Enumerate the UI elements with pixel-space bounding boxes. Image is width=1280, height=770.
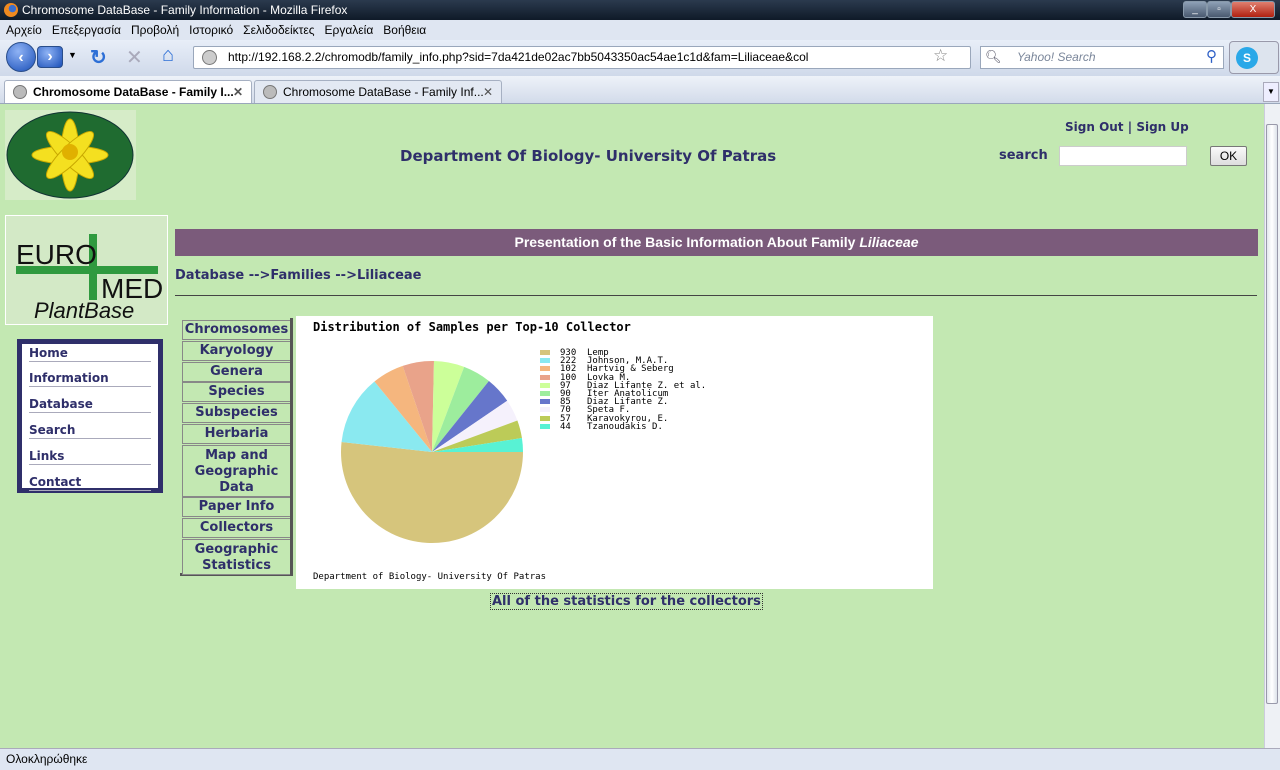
subnav-karyology[interactable]: Karyology — [182, 341, 290, 361]
site-identity-icon[interactable] — [202, 50, 217, 65]
legend-swatch — [540, 382, 550, 388]
menu-bookmarks[interactable]: Σελιδοδείκτες — [243, 23, 314, 37]
legend-swatch — [540, 374, 550, 380]
search-engine-icon[interactable]: 🔍︎ — [985, 49, 1002, 65]
subnav-paper-info[interactable]: Paper Info — [182, 497, 290, 517]
nav-database[interactable]: Database — [29, 396, 151, 413]
menu-edit[interactable]: Επεξεργασία — [52, 23, 121, 37]
legend-label: Tzanoudakis D. — [587, 421, 663, 432]
legend-swatch — [540, 366, 550, 372]
minimize-button[interactable]: _ — [1183, 1, 1207, 18]
skype-button[interactable]: S — [1229, 41, 1279, 74]
euromed-plantbase-logo: EURO MED PlantBase — [5, 215, 168, 325]
tab-inactive[interactable]: Chromosome DataBase - Family Inf... ✕ — [254, 80, 502, 103]
reload-icon[interactable]: ↻ — [90, 45, 107, 70]
firefox-icon — [4, 3, 18, 17]
tab-favicon — [13, 85, 27, 99]
search-engine-input[interactable]: Yahoo! Search — [980, 46, 1224, 69]
subnav-chromosomes[interactable]: Chromosomes — [182, 320, 290, 340]
sign-up-link[interactable]: Sign Up — [1136, 120, 1188, 134]
svg-text:PlantBase: PlantBase — [34, 298, 134, 323]
skype-icon: S — [1236, 47, 1258, 69]
menu-tools[interactable]: Εργαλεία — [325, 23, 374, 37]
tab-label: Chromosome DataBase - Family I... — [33, 85, 234, 99]
nav-links[interactable]: Links — [29, 448, 151, 465]
menu-help[interactable]: Βοήθεια — [383, 23, 426, 37]
search-label: search — [999, 148, 1048, 163]
history-dropdown-icon[interactable]: ▼ — [68, 50, 77, 60]
search-ok-button[interactable]: OK — [1210, 146, 1247, 166]
legend-swatch — [540, 399, 550, 405]
home-icon[interactable]: ⌂ — [162, 44, 174, 67]
status-bar: Ολοκληρώθηκε — [0, 748, 1280, 770]
forward-button[interactable]: › — [37, 46, 63, 68]
legend-value: 44 — [560, 421, 571, 432]
family-subnav: Chromosomes Karyology Genera Species Sub… — [180, 318, 293, 576]
legend-swatch — [540, 358, 550, 364]
flower-logo — [5, 110, 136, 200]
nav-information[interactable]: Information — [29, 370, 151, 387]
svg-text:EURO: EURO — [16, 239, 97, 270]
legend-swatch — [540, 407, 550, 413]
chart-legend: 930 Lemp 222 Johnson, M.A.T. 102 Hartvig & Se… — [540, 348, 706, 432]
chart-footer: Department of Biology- University Of Pat… — [313, 572, 546, 582]
divider — [175, 295, 1257, 296]
tab-active[interactable]: Chromosome DataBase - Family I... ✕ — [4, 80, 252, 103]
search-go-icon[interactable]: ⚲ — [1206, 47, 1217, 65]
subnav-map-geographic-data[interactable]: Map and Geographic Data — [182, 445, 290, 497]
menu-bar: Αρχείο Επεξεργασία Προβολή Ιστορικό Σελιδοδε… — [0, 20, 1280, 40]
subnav-subspecies[interactable]: Subspecies — [182, 403, 290, 423]
legend-swatch — [540, 415, 550, 421]
collector-pie-chart: Distribution of Samples per Top-10 Colle… — [296, 316, 933, 589]
legend-swatch — [540, 390, 550, 396]
banner-text: Presentation of the Basic Information Ab… — [514, 234, 860, 250]
banner-family: Liliaceae — [859, 234, 919, 250]
sign-out-link[interactable]: Sign Out — [1065, 120, 1124, 134]
legend-swatch — [540, 350, 550, 355]
tab-close-icon[interactable]: ✕ — [233, 81, 243, 103]
menu-history[interactable]: Ιστορικό — [189, 23, 233, 37]
nav-search[interactable]: Search — [29, 422, 151, 439]
url-bar[interactable]: http://192.168.2.2/chromodb/family_info.… — [193, 46, 971, 69]
all-collector-stats-link[interactable]: All of the statistics for the collectors — [490, 593, 763, 610]
page-banner: Presentation of the Basic Information Ab… — [175, 229, 1258, 256]
separator: | — [1127, 120, 1133, 134]
breadcrumb[interactable]: Database -->Families -->Liliaceae — [175, 268, 422, 283]
nav-home[interactable]: Home — [29, 345, 151, 362]
tab-label: Chromosome DataBase - Family Inf... — [283, 85, 484, 99]
tab-list-button[interactable]: ▼ — [1263, 82, 1279, 102]
subnav-species[interactable]: Species — [182, 382, 290, 402]
bookmark-star-icon[interactable]: ☆ — [933, 46, 948, 66]
tab-favicon — [263, 85, 277, 99]
menu-view[interactable]: Προβολή — [131, 23, 179, 37]
subnav-geographic-statistics[interactable]: Geographic Statistics — [182, 539, 290, 575]
nav-contact[interactable]: Contact — [29, 474, 151, 491]
back-button[interactable]: ‹ — [6, 42, 36, 72]
subnav-genera[interactable]: Genera — [182, 362, 290, 382]
window-title: Chromosome DataBase - Family Information… — [0, 0, 1280, 20]
left-navigation: Home Information Database Search Links C… — [17, 339, 163, 493]
pie-slice — [341, 441, 523, 543]
close-window-button[interactable]: X — [1231, 1, 1275, 18]
scrollbar-thumb[interactable] — [1266, 124, 1278, 704]
legend-swatch — [540, 423, 550, 429]
subnav-collectors[interactable]: Collectors — [182, 518, 290, 538]
stop-icon[interactable]: ✕ — [126, 45, 143, 70]
subnav-herbaria[interactable]: Herbaria — [182, 424, 290, 444]
department-title: Department Of Biology- University Of Pat… — [400, 147, 777, 165]
menu-file[interactable]: Αρχείο — [6, 23, 42, 37]
legend-item: 44 Tzanoudakis D. — [540, 421, 706, 432]
tab-close-icon[interactable]: ✕ — [483, 81, 493, 103]
restore-button[interactable]: ▫ — [1207, 1, 1231, 18]
site-search-input[interactable] — [1059, 146, 1187, 166]
